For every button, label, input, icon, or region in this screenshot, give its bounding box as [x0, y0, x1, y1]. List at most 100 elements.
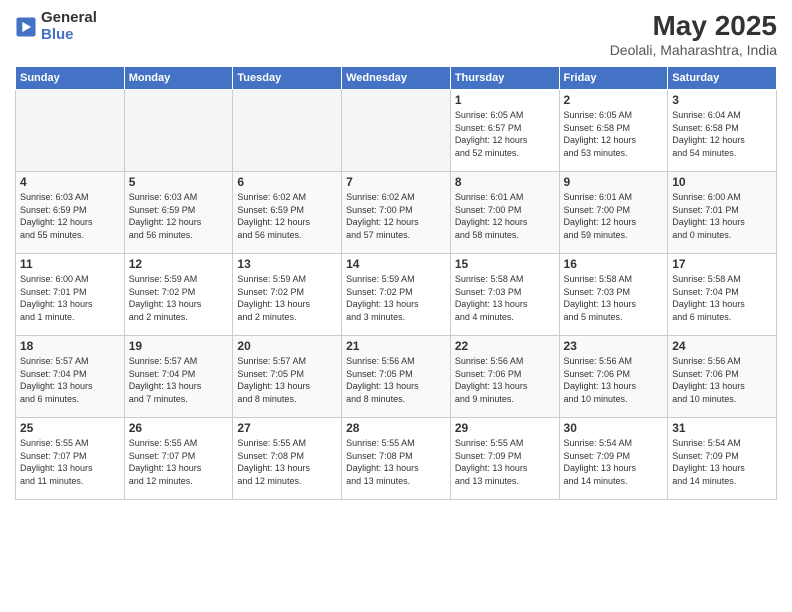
- day-number: 26: [129, 421, 229, 435]
- day-info: Sunrise: 5:59 AM Sunset: 7:02 PM Dayligh…: [129, 273, 229, 323]
- calendar-week-row: 1 Sunrise: 6:05 AM Sunset: 6:57 PM Daylig…: [16, 90, 777, 172]
- day-number: 25: [20, 421, 120, 435]
- calendar-week-row: 18 Sunrise: 5:57 AM Sunset: 7:04 PM Dayli…: [16, 336, 777, 418]
- day-info: Sunrise: 5:59 AM Sunset: 7:02 PM Dayligh…: [346, 273, 446, 323]
- day-info: Sunrise: 6:05 AM Sunset: 6:58 PM Dayligh…: [564, 109, 664, 159]
- day-number: 27: [237, 421, 337, 435]
- logo-blue: Blue: [41, 27, 97, 44]
- calendar-cell: 25 Sunrise: 5:55 AM Sunset: 7:07 PM Dayli…: [16, 418, 125, 500]
- calendar-cell: 23 Sunrise: 5:56 AM Sunset: 7:06 PM Dayli…: [559, 336, 668, 418]
- day-number: 22: [455, 339, 555, 353]
- day-number: 13: [237, 257, 337, 271]
- calendar-cell: 8Sunrise: 6:01 AM Sunset: 7:00 PM Daylig…: [450, 172, 559, 254]
- day-info: Sunrise: 6:02 AM Sunset: 6:59 PM Dayligh…: [237, 191, 337, 241]
- day-number: 14: [346, 257, 446, 271]
- calendar-cell: 5 Sunrise: 6:03 AM Sunset: 6:59 PM Daylig…: [124, 172, 233, 254]
- day-info: Sunrise: 6:01 AM Sunset: 7:00 PM Dayligh…: [455, 191, 555, 241]
- day-info: Sunrise: 6:01 AM Sunset: 7:00 PM Dayligh…: [564, 191, 664, 241]
- day-number: 1: [455, 93, 555, 107]
- calendar-cell: 21Sunrise: 5:56 AM Sunset: 7:05 PM Dayli…: [342, 336, 451, 418]
- calendar-cell: 14 Sunrise: 5:59 AM Sunset: 7:02 PM Dayli…: [342, 254, 451, 336]
- calendar-cell: 29Sunrise: 5:55 AM Sunset: 7:09 PM Dayli…: [450, 418, 559, 500]
- day-info: Sunrise: 5:56 AM Sunset: 7:05 PM Dayligh…: [346, 355, 446, 405]
- calendar-cell: 2 Sunrise: 6:05 AM Sunset: 6:58 PM Daylig…: [559, 90, 668, 172]
- weekday-header: Wednesday: [342, 67, 451, 90]
- subtitle: Deolali, Maharashtra, India: [610, 42, 777, 58]
- logo-text: General Blue: [41, 10, 97, 43]
- day-number: 7: [346, 175, 446, 189]
- day-info: Sunrise: 5:57 AM Sunset: 7:05 PM Dayligh…: [237, 355, 337, 405]
- day-info: Sunrise: 5:57 AM Sunset: 7:04 PM Dayligh…: [20, 355, 120, 405]
- calendar-cell: 16 Sunrise: 5:58 AM Sunset: 7:03 PM Dayli…: [559, 254, 668, 336]
- calendar-cell: 19Sunrise: 5:57 AM Sunset: 7:04 PM Dayli…: [124, 336, 233, 418]
- logo: General Blue: [15, 10, 97, 43]
- day-info: Sunrise: 6:04 AM Sunset: 6:58 PM Dayligh…: [672, 109, 772, 159]
- calendar-week-row: 4 Sunrise: 6:03 AM Sunset: 6:59 PM Daylig…: [16, 172, 777, 254]
- day-info: Sunrise: 5:55 AM Sunset: 7:08 PM Dayligh…: [346, 437, 446, 487]
- day-info: Sunrise: 6:05 AM Sunset: 6:57 PM Dayligh…: [455, 109, 555, 159]
- calendar-cell: 3 Sunrise: 6:04 AM Sunset: 6:58 PM Daylig…: [668, 90, 777, 172]
- logo-general: General: [41, 10, 97, 27]
- day-number: 20: [237, 339, 337, 353]
- calendar-cell: 4Sunrise: 6:03 AM Sunset: 6:59 PM Daylig…: [16, 172, 125, 254]
- day-number: 2: [564, 93, 664, 107]
- calendar-cell: 9Sunrise: 6:01 AM Sunset: 7:00 PM Daylig…: [559, 172, 668, 254]
- calendar-cell: 24Sunrise: 5:56 AM Sunset: 7:06 PM Dayli…: [668, 336, 777, 418]
- calendar: SundayMondayTuesdayWednesdayThursdayFrid…: [15, 66, 777, 500]
- day-number: 12: [129, 257, 229, 271]
- weekday-header: Saturday: [668, 67, 777, 90]
- calendar-cell: 7 Sunrise: 6:02 AM Sunset: 7:00 PM Daylig…: [342, 172, 451, 254]
- day-info: Sunrise: 6:03 AM Sunset: 6:59 PM Dayligh…: [129, 191, 229, 241]
- day-number: 17: [672, 257, 772, 271]
- day-info: Sunrise: 5:55 AM Sunset: 7:07 PM Dayligh…: [20, 437, 120, 487]
- day-number: 30: [564, 421, 664, 435]
- day-info: Sunrise: 5:58 AM Sunset: 7:04 PM Dayligh…: [672, 273, 772, 323]
- calendar-cell: 11 Sunrise: 6:00 AM Sunset: 7:01 PM Dayli…: [16, 254, 125, 336]
- calendar-cell: [124, 90, 233, 172]
- calendar-cell: 18 Sunrise: 5:57 AM Sunset: 7:04 PM Dayli…: [16, 336, 125, 418]
- day-number: 19: [129, 339, 229, 353]
- day-info: Sunrise: 5:55 AM Sunset: 7:09 PM Dayligh…: [455, 437, 555, 487]
- day-number: 31: [672, 421, 772, 435]
- calendar-week-row: 11 Sunrise: 6:00 AM Sunset: 7:01 PM Dayli…: [16, 254, 777, 336]
- day-info: Sunrise: 5:56 AM Sunset: 7:06 PM Dayligh…: [672, 355, 772, 405]
- day-number: 4: [20, 175, 120, 189]
- day-number: 5: [129, 175, 229, 189]
- day-info: Sunrise: 5:54 AM Sunset: 7:09 PM Dayligh…: [672, 437, 772, 487]
- day-info: Sunrise: 6:00 AM Sunset: 7:01 PM Dayligh…: [20, 273, 120, 323]
- page: General Blue May 2025 Deolali, Maharasht…: [0, 0, 792, 612]
- day-number: 3: [672, 93, 772, 107]
- day-info: Sunrise: 6:00 AM Sunset: 7:01 PM Dayligh…: [672, 191, 772, 241]
- calendar-cell: [342, 90, 451, 172]
- day-number: 23: [564, 339, 664, 353]
- weekday-header: Friday: [559, 67, 668, 90]
- calendar-cell: 26 Sunrise: 5:55 AM Sunset: 7:07 PM Dayli…: [124, 418, 233, 500]
- day-number: 15: [455, 257, 555, 271]
- calendar-cell: 31 Sunrise: 5:54 AM Sunset: 7:09 PM Dayli…: [668, 418, 777, 500]
- calendar-cell: [16, 90, 125, 172]
- title-block: May 2025 Deolali, Maharashtra, India: [610, 10, 777, 58]
- calendar-cell: 1 Sunrise: 6:05 AM Sunset: 6:57 PM Daylig…: [450, 90, 559, 172]
- calendar-cell: 13Sunrise: 5:59 AM Sunset: 7:02 PM Dayli…: [233, 254, 342, 336]
- day-info: Sunrise: 5:56 AM Sunset: 7:06 PM Dayligh…: [564, 355, 664, 405]
- day-number: 10: [672, 175, 772, 189]
- day-info: Sunrise: 5:55 AM Sunset: 7:07 PM Dayligh…: [129, 437, 229, 487]
- day-info: Sunrise: 5:58 AM Sunset: 7:03 PM Dayligh…: [564, 273, 664, 323]
- main-title: May 2025: [610, 10, 777, 42]
- day-number: 18: [20, 339, 120, 353]
- day-info: Sunrise: 6:02 AM Sunset: 7:00 PM Dayligh…: [346, 191, 446, 241]
- day-info: Sunrise: 5:56 AM Sunset: 7:06 PM Dayligh…: [455, 355, 555, 405]
- calendar-cell: 12 Sunrise: 5:59 AM Sunset: 7:02 PM Dayli…: [124, 254, 233, 336]
- weekday-header: Tuesday: [233, 67, 342, 90]
- day-number: 16: [564, 257, 664, 271]
- calendar-cell: 17 Sunrise: 5:58 AM Sunset: 7:04 PM Dayli…: [668, 254, 777, 336]
- weekday-header-row: SundayMondayTuesdayWednesdayThursdayFrid…: [16, 67, 777, 90]
- day-info: Sunrise: 5:55 AM Sunset: 7:08 PM Dayligh…: [237, 437, 337, 487]
- day-info: Sunrise: 5:54 AM Sunset: 7:09 PM Dayligh…: [564, 437, 664, 487]
- day-number: 11: [20, 257, 120, 271]
- calendar-cell: 10 Sunrise: 6:00 AM Sunset: 7:01 PM Dayli…: [668, 172, 777, 254]
- weekday-header: Thursday: [450, 67, 559, 90]
- calendar-cell: [233, 90, 342, 172]
- header: General Blue May 2025 Deolali, Maharasht…: [15, 10, 777, 58]
- calendar-cell: 30 Sunrise: 5:54 AM Sunset: 7:09 PM Dayli…: [559, 418, 668, 500]
